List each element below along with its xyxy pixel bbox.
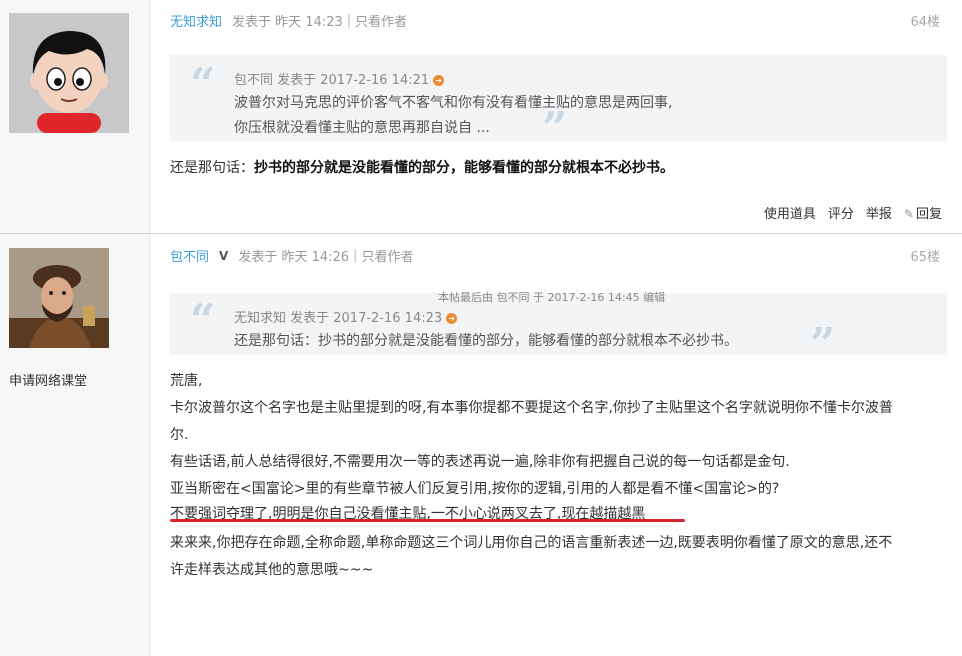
post-time: 发表于 昨天 14:23 bbox=[232, 15, 343, 30]
post-header: 包不同 V 发表于 昨天 14:26 | 只看作者 bbox=[170, 246, 413, 265]
body-line: 亚当斯密在<国富论>里的有些章节被人们反复引用,按你的逻辑,引用的人都是看不懂<… bbox=[170, 481, 780, 497]
post-body-prefix: 还是那句话： bbox=[170, 160, 254, 176]
post-body: 还是那句话：抄书的部分就是没能看懂的部分，能够看懂的部分就根本不必抄书。 bbox=[170, 157, 674, 177]
author-link[interactable]: 无知求知 bbox=[170, 11, 222, 30]
rate-button[interactable]: 评分 bbox=[828, 203, 854, 222]
quote-source: 包不同 发表于 2017-2-16 14:21 bbox=[234, 73, 430, 88]
use-tools-button[interactable]: 使用道具 bbox=[764, 203, 816, 222]
only-author-link[interactable]: 只看作者 bbox=[361, 246, 413, 265]
quote-line: 你压根就没看懂主贴的意思再那自说自 ... bbox=[234, 120, 490, 136]
post-actions: 使用道具 评分 举报 ✎ 回复 bbox=[764, 203, 942, 222]
quote-line: 还是那句话：抄书的部分就是没能看懂的部分，能够看懂的部分就根本不必抄书。 bbox=[234, 333, 738, 349]
post-body-bold: 抄书的部分就是没能看懂的部分，能够看懂的部分就根本不必抄书。 bbox=[254, 160, 674, 176]
jump-to-post-icon[interactable]: ➜ bbox=[446, 313, 458, 324]
vip-badge: V bbox=[219, 248, 229, 263]
pencil-icon: ✎ bbox=[903, 207, 914, 221]
quote-close-icon: ” bbox=[810, 319, 836, 370]
body-line: 有些话语,前人总结得很好,不需要用次一等的表述再说一遍,除非你有把握自己说的每一… bbox=[170, 454, 790, 470]
post-divider bbox=[0, 233, 962, 234]
floor-number[interactable]: 65楼 bbox=[910, 246, 940, 265]
quote-meta: 包不同 发表于 2017-2-16 14:21 ➜ bbox=[234, 69, 445, 88]
post-time: 发表于 昨天 14:26 bbox=[238, 250, 350, 265]
quote-open-icon: “ bbox=[190, 295, 216, 346]
quote-meta: 无知求知 发表于 2017-2-16 14:23 ➜ bbox=[234, 307, 458, 326]
body-line: 荒唐, bbox=[170, 373, 203, 389]
avatar[interactable] bbox=[9, 13, 129, 133]
cartoon-avatar-icon bbox=[9, 13, 129, 133]
user-group-label[interactable]: 申请网络课堂 bbox=[9, 370, 87, 389]
quote-open-icon: “ bbox=[190, 59, 216, 110]
quote-source: 无知求知 发表于 2017-2-16 14:23 bbox=[234, 311, 443, 326]
author-link[interactable]: 包不同 bbox=[170, 246, 209, 265]
reply-button[interactable]: ✎ 回复 bbox=[904, 203, 942, 222]
quote-close-icon: ” bbox=[542, 103, 568, 154]
reply-label: 回复 bbox=[915, 207, 942, 222]
post-header: 无知求知 发表于 昨天 14:23 | 只看作者 bbox=[170, 11, 407, 30]
only-author-link[interactable]: 只看作者 bbox=[355, 11, 407, 30]
jump-to-post-icon[interactable]: ➜ bbox=[433, 75, 445, 86]
report-button[interactable]: 举报 bbox=[866, 203, 892, 222]
body-line: 来来来,你把存在命题,全称命题,单称命题这三个词儿用你自己的语言重新表述一边,既… bbox=[170, 535, 893, 551]
separator: | bbox=[346, 13, 352, 28]
portrait-avatar-icon bbox=[9, 248, 109, 348]
body-line: 尔. bbox=[170, 427, 189, 443]
edit-note: 本帖最后由 包不同 于 2017-2-16 14:45 编辑 bbox=[438, 291, 666, 304]
body-line: 卡尔波普尔这个名字也是主贴里提到的呀,有本事你提都不要提这个名字,你抄了主贴里这… bbox=[170, 400, 893, 416]
floor-number[interactable]: 64楼 bbox=[910, 11, 940, 30]
separator: | bbox=[353, 248, 358, 263]
body-line: 许走样表达成其他的意思哦~~~ bbox=[170, 562, 374, 578]
quote-block: “ 包不同 发表于 2017-2-16 14:21 ➜ 波普尔对马克思的评价客气不… bbox=[170, 55, 947, 151]
avatar[interactable] bbox=[9, 248, 129, 368]
quote-line: 波普尔对马克思的评价客气不客气和你有没有看懂主贴的意思是两回事, bbox=[234, 95, 673, 111]
red-underline-annotation bbox=[170, 519, 685, 522]
